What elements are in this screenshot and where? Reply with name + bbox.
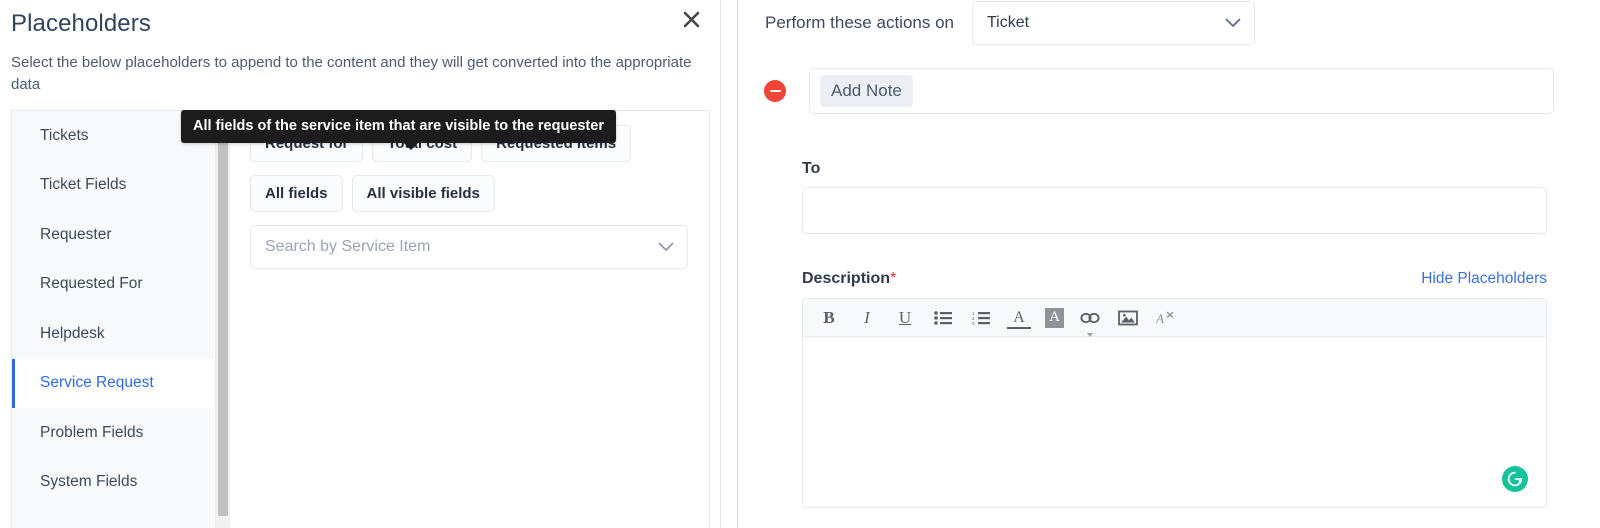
sidebar-item-ticket-fields[interactable]: Ticket Fields <box>12 161 215 211</box>
sidebar-item-label: System Fields <box>40 473 138 491</box>
sidebar-item-label: Helpdesk <box>40 324 105 342</box>
action-chip-add-note[interactable]: Add Note <box>820 75 913 107</box>
sidebar-item-label: Requested For <box>40 275 143 293</box>
hide-placeholders-link[interactable]: Hide Placeholders <box>1421 270 1547 288</box>
svg-text:3: 3 <box>972 321 975 325</box>
description-label: Description* <box>802 270 896 288</box>
sidebar-item-helpdesk[interactable]: Helpdesk <box>12 309 215 359</box>
sidebar-item-requested-for[interactable]: Requested For <box>12 260 215 310</box>
placeholders-sidebar: Tickets Ticket Fields Requester Requeste… <box>12 111 216 528</box>
service-item-search-placeholder: Search by Service Item <box>265 238 431 255</box>
description-textarea[interactable] <box>803 337 1546 507</box>
bold-icon[interactable]: B <box>817 306 841 330</box>
svg-text:A: A <box>1156 311 1164 326</box>
to-field-group: To <box>802 160 1547 234</box>
placeholders-body: Tickets Ticket Fields Requester Requeste… <box>11 110 710 528</box>
placeholders-scrollbar-thumb[interactable] <box>218 116 228 516</box>
sidebar-item-service-request[interactable]: Service Request <box>12 358 215 408</box>
placeholder-chip-all-fields[interactable]: All fields <box>250 175 343 212</box>
numbered-list-icon[interactable]: 1 2 3 <box>969 306 993 330</box>
tooltip-text: All fields of the service item that are … <box>193 118 604 134</box>
description-label-text: Description <box>802 270 891 287</box>
dialog-subtitle: Select the below placeholders to append … <box>11 54 692 93</box>
sidebar-item-problem-fields[interactable]: Problem Fields <box>12 408 215 458</box>
description-header: Description* Hide Placeholders <box>802 270 1547 288</box>
sidebar-item-label: Requester <box>40 225 112 243</box>
required-marker: * <box>890 270 897 287</box>
module-select[interactable]: Ticket <box>971 1 1255 45</box>
sidebar-item-system-fields[interactable]: System Fields <box>12 458 215 508</box>
close-icon[interactable] <box>676 4 706 34</box>
sidebar-item-label: Problem Fields <box>40 423 144 441</box>
font-color-icon[interactable]: A <box>1007 308 1031 329</box>
grammarly-icon[interactable] <box>1502 466 1528 492</box>
minus-circle-icon[interactable] <box>764 80 786 102</box>
underline-icon[interactable]: U <box>893 306 917 330</box>
placeholder-chip-all-visible-fields[interactable]: All visible fields <box>351 175 495 212</box>
sidebar-item-label: Tickets <box>40 126 89 144</box>
service-item-search-select[interactable]: Search by Service Item <box>250 225 688 269</box>
module-select-value: Ticket <box>986 14 1030 31</box>
to-input[interactable] <box>802 187 1547 234</box>
screen-root: Placeholders Select the below placeholde… <box>0 0 1600 528</box>
sidebar-item-label: Ticket Fields <box>40 176 127 194</box>
group-chip-row: All fields All visible fields <box>250 175 689 212</box>
placeholders-scrollbar-track[interactable] <box>216 111 230 528</box>
editor-toolbar: B I U 1 2 3 A A A <box>803 299 1546 337</box>
chevron-down-icon <box>1087 332 1093 337</box>
insert-image-icon[interactable] <box>1116 306 1140 330</box>
chevron-down-icon <box>1225 18 1241 28</box>
italic-icon[interactable]: I <box>855 306 879 330</box>
action-input-box[interactable]: Add Note <box>809 68 1554 114</box>
tooltip: All fields of the service item that are … <box>181 110 616 150</box>
placeholders-content: Request for Total cost Requested Items A… <box>230 111 709 528</box>
highlight-color-icon[interactable]: A <box>1045 307 1064 328</box>
insert-link-icon[interactable] <box>1078 306 1102 337</box>
action-row: Add Note <box>764 68 1554 114</box>
clear-formatting-icon[interactable]: A <box>1154 306 1178 330</box>
actions-header-label: Perform these actions on <box>765 13 954 32</box>
sidebar-item-label: Service Request <box>40 374 154 392</box>
sidebar-item-requester[interactable]: Requester <box>12 210 215 260</box>
placeholders-dialog: Placeholders Select the below placeholde… <box>0 0 721 528</box>
page-title: Placeholders <box>11 10 151 37</box>
bullet-list-icon[interactable] <box>931 306 955 330</box>
actions-header: Perform these actions on Ticket <box>765 0 1255 46</box>
description-group: Description* Hide Placeholders B I U 1 2… <box>802 270 1547 508</box>
chevron-down-icon <box>658 242 674 252</box>
to-field-label: To <box>802 160 821 177</box>
description-editor: B I U 1 2 3 A A A <box>802 298 1547 508</box>
